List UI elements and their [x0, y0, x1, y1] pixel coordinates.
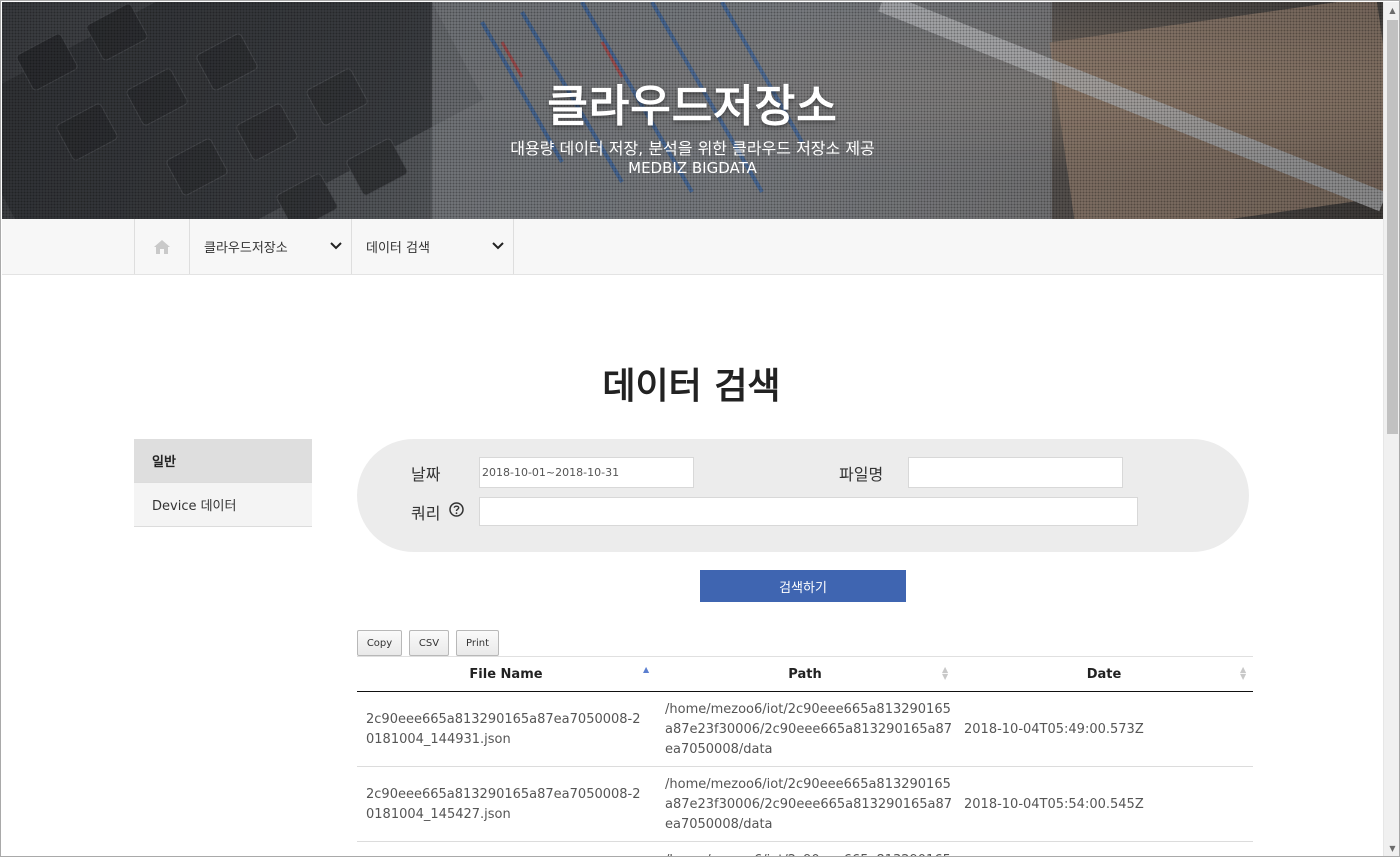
- browser-viewport: 클라우드저장소 대용량 데이터 저장, 분석을 위한 클라우드 저장소 제공 M…: [0, 0, 1400, 857]
- csv-button[interactable]: CSV: [409, 630, 449, 656]
- column-header-label: File Name: [469, 667, 543, 682]
- filename-input[interactable]: [908, 457, 1123, 488]
- nav-dropdown-cloud-storage[interactable]: 클라우드저장소: [190, 219, 352, 274]
- home-icon: [154, 239, 170, 254]
- sort-ascending-icon: ▲: [643, 665, 650, 674]
- table-row[interactable]: 2c90eee665a813290165a87ea7050008-2018100…: [357, 767, 1253, 842]
- filename-label: 파일명: [839, 465, 884, 484]
- cell-path: /home/mezoo6/iot/2c90eee665a813290165a87…: [665, 776, 953, 832]
- column-header-path[interactable]: Path: [655, 657, 955, 692]
- scroll-up-arrow-icon[interactable]: ▲: [1384, 2, 1399, 19]
- sort-both-icon: ▲ ▼: [942, 665, 949, 681]
- help-icon[interactable]: [449, 502, 464, 517]
- sidebar-item-general[interactable]: 일반: [134, 439, 312, 483]
- cell-date: 2018-10-04T05:49:00.573Z: [964, 721, 1144, 737]
- nav-dropdown-label: 클라우드저장소: [204, 241, 288, 256]
- table-row[interactable]: 2c90eee665a813290165a87ea7050008-2018100…: [357, 692, 1253, 767]
- column-header-file-name[interactable]: File Name: [357, 657, 655, 692]
- results-table: File Name ▲ Path ▲ ▼ Date ▲ ▼ 2c90eee665a8…: [357, 656, 1253, 856]
- column-header-label: Date: [1086, 667, 1122, 682]
- cell-path: /home/mezoo6/iot/2c90eee665a813290165: [665, 842, 955, 856]
- column-header-label: Path: [788, 667, 822, 682]
- sort-both-icon: ▲ ▼: [1240, 665, 1247, 681]
- cell-file-name: 2c90eee665a813290165a87ea7050008-2018100…: [366, 786, 641, 822]
- query-input[interactable]: [479, 497, 1138, 526]
- date-label: 날짜: [411, 465, 441, 484]
- site-title: 클라우드저장소: [547, 81, 838, 132]
- site-subtitle-brand: MEDBIZ BIGDATA: [628, 159, 757, 177]
- table-header: File Name ▲ Path ▲ ▼ Date ▲ ▼: [357, 657, 1253, 692]
- cell-date: 2018-10-04T05:54:00.545Z: [964, 796, 1144, 812]
- search-button[interactable]: 검색하기: [700, 570, 906, 602]
- cell-file-name: [366, 842, 646, 856]
- scroll-down-arrow-icon[interactable]: ▼: [1384, 840, 1399, 856]
- query-label: 쿼리: [411, 504, 441, 523]
- cell-date: [964, 842, 1244, 856]
- sidebar-item-device-data[interactable]: Device 데이터: [134, 483, 312, 527]
- chevron-down-icon: [330, 242, 342, 250]
- site-subtitle: 대용량 데이터 저장, 분석을 위한 클라우드 저장소 제공: [510, 139, 875, 158]
- breadcrumb-nav: 클라우드저장소 데이터 검색: [2, 219, 1383, 275]
- page-scrollbar[interactable]: ▲ ▼: [1383, 2, 1399, 856]
- column-header-date[interactable]: Date: [955, 657, 1253, 692]
- scrollbar-thumb[interactable]: [1387, 20, 1398, 434]
- chevron-down-icon: [492, 242, 504, 250]
- cell-file-name: 2c90eee665a813290165a87ea7050008-2018100…: [366, 711, 641, 747]
- print-button[interactable]: Print: [456, 630, 499, 656]
- nav-dropdown-data-search[interactable]: 데이터 검색: [352, 219, 514, 274]
- page-title: 데이터 검색: [602, 366, 781, 407]
- copy-button[interactable]: Copy: [357, 630, 402, 656]
- search-panel: [357, 439, 1249, 552]
- nav-dropdown-label: 데이터 검색: [366, 241, 430, 256]
- hero-banner: 클라우드저장소 대용량 데이터 저장, 분석을 위한 클라우드 저장소 제공 M…: [2, 2, 1383, 219]
- cell-path: /home/mezoo6/iot/2c90eee665a813290165a87…: [665, 701, 953, 757]
- table-row[interactable]: /home/mezoo6/iot/2c90eee665a813290165: [357, 842, 1253, 856]
- home-button[interactable]: [134, 219, 190, 274]
- date-range-input[interactable]: 2018-10-01~2018-10-31: [479, 457, 694, 488]
